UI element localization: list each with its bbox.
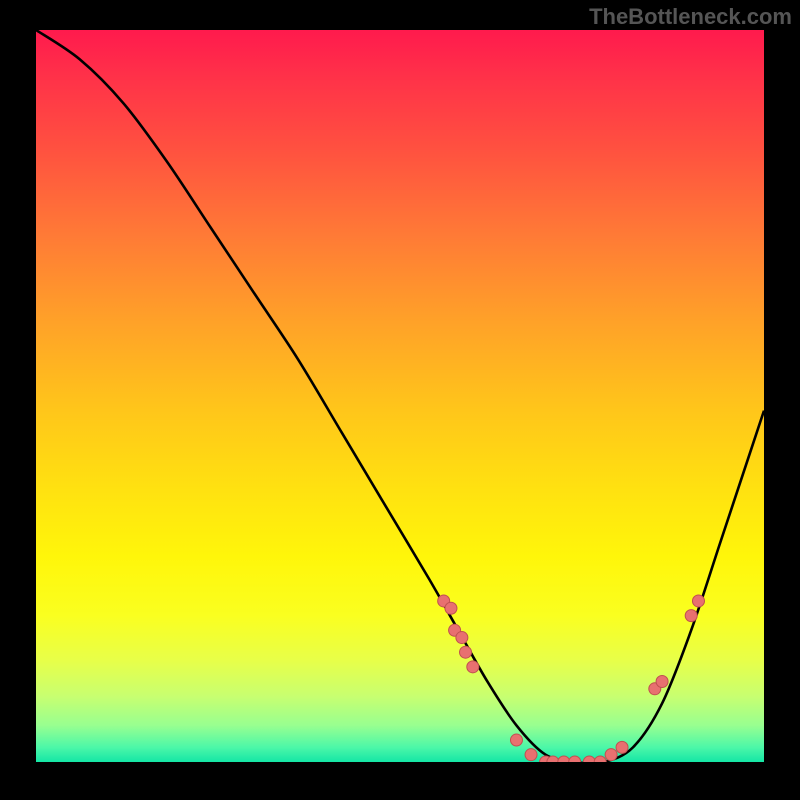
sample-point [445, 602, 457, 614]
sample-point [594, 756, 606, 762]
sample-point [616, 741, 628, 753]
chart-root: TheBottleneck.com [0, 0, 800, 800]
plot-area [36, 30, 764, 762]
bottleneck-curve [36, 30, 764, 762]
sample-point [605, 749, 617, 761]
sample-point [656, 675, 668, 687]
sample-point [525, 749, 537, 761]
sample-point [510, 734, 522, 746]
sample-point [460, 646, 472, 658]
watermark-label: TheBottleneck.com [589, 4, 792, 30]
sample-point [558, 756, 570, 762]
sample-point [569, 756, 581, 762]
sample-point [456, 632, 468, 644]
sample-point [692, 595, 704, 607]
sample-point [583, 756, 595, 762]
plot-svg [36, 30, 764, 762]
sample-point [467, 661, 479, 673]
sample-points-group [438, 595, 705, 762]
sample-point [685, 610, 697, 622]
